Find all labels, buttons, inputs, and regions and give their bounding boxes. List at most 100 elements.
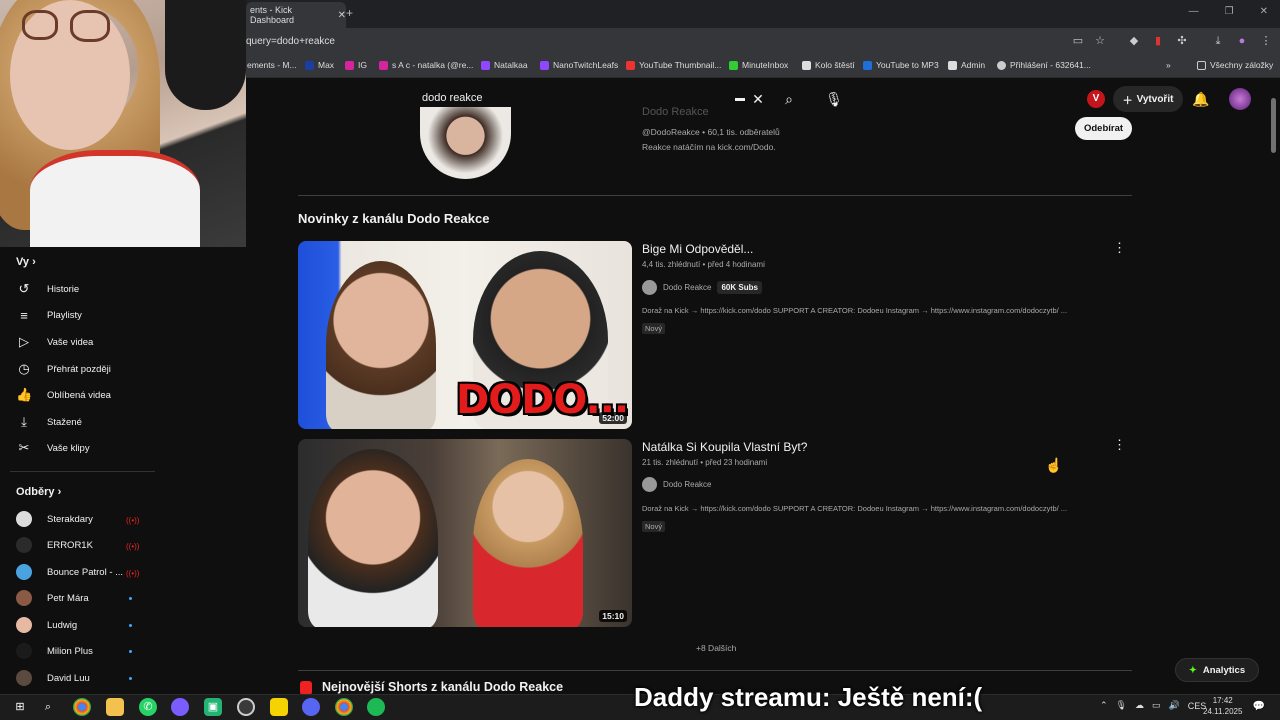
playlist-icon: ≡: [20, 307, 28, 323]
bookmark-item[interactable]: YouTube to MP3: [863, 60, 939, 70]
search-icon[interactable]: ⌕: [780, 90, 798, 108]
tab-title: ents - Kick Dashboard: [250, 5, 295, 25]
video-channel[interactable]: Dodo Reakce: [642, 477, 711, 492]
messenger-icon[interactable]: [171, 698, 189, 716]
video-title[interactable]: Bige Mi Odpověděl...: [642, 242, 753, 256]
bookmark-item[interactable]: Přihlášení - 632641...: [997, 60, 1091, 70]
sidebar-item-playlists[interactable]: ≡ Playlisty: [0, 302, 155, 328]
avatar: [16, 617, 32, 633]
bookmark-item[interactable]: Natalkaa: [481, 60, 528, 70]
obs-icon[interactable]: [237, 698, 255, 716]
create-button[interactable]: ＋ Vytvořit: [1113, 86, 1183, 112]
sidebar-sub-item[interactable]: Bounce Patrol - ... ((•)): [0, 559, 155, 585]
bookmark-item[interactable]: Všechny záložky: [1197, 60, 1273, 70]
notes-icon[interactable]: [270, 698, 288, 716]
scrollbar-thumb[interactable]: [1271, 98, 1276, 153]
bookmark-item[interactable]: MinuteInbox: [729, 60, 788, 70]
sidebar-you-heading[interactable]: Vy ›: [16, 256, 36, 268]
sidebar-sub-item[interactable]: David Luu: [0, 665, 155, 691]
download-icon[interactable]: ⤓: [1211, 34, 1225, 48]
sidebar-sub-item[interactable]: Petr Mára: [0, 585, 155, 611]
shorts-section-title[interactable]: Nejnovější Shorts z kanálu Dodo Reakce: [322, 680, 563, 694]
monitor-icon[interactable]: ▭: [1152, 700, 1161, 711]
spotify-icon[interactable]: [367, 698, 385, 716]
bookmark-star-icon[interactable]: ☆: [1093, 34, 1107, 48]
sidebar-sub-item[interactable]: Milion Plus: [0, 638, 155, 664]
sidebar-sub-item[interactable]: ERROR1K ((•)): [0, 532, 155, 558]
cloud-icon[interactable]: ☁: [1135, 700, 1144, 711]
clear-search-icon[interactable]: ✕: [749, 90, 767, 108]
new-content-dot: [129, 649, 132, 653]
clock[interactable]: 17:42 24.11.2025: [1203, 695, 1242, 717]
sidebar-item-history[interactable]: ↺ Historie: [0, 276, 155, 302]
channel-avatar[interactable]: [420, 107, 511, 179]
sidebar-sub-item[interactable]: Ludwig: [0, 612, 155, 638]
divider: [10, 471, 155, 472]
live-icon: ((•)): [126, 542, 140, 551]
live-icon: ((•)): [126, 516, 140, 525]
download-icon: ⤓: [21, 414, 27, 429]
video-thumbnail[interactable]: DODO... 52:00: [298, 241, 632, 429]
notifications-bell-icon[interactable]: 🔔: [1192, 90, 1210, 108]
discord-icon[interactable]: [302, 698, 320, 716]
sidebar-item-your-videos[interactable]: ▷ Vaše videa: [0, 329, 155, 355]
profile-icon[interactable]: ●: [1235, 34, 1249, 48]
new-tab-button[interactable]: +: [346, 6, 353, 20]
chrome-icon[interactable]: [335, 698, 353, 716]
whatsapp-icon[interactable]: ✆: [139, 698, 157, 716]
webcam-overlay: [0, 0, 246, 247]
video-thumbnail[interactable]: 15:10: [298, 439, 632, 627]
pdf-extension-icon[interactable]: ▮: [1151, 34, 1165, 48]
more-options-icon[interactable]: ⋮: [1113, 437, 1126, 453]
voice-search-icon[interactable]: 🎙: [825, 90, 843, 108]
sidebar-subs-heading[interactable]: Odběry ›: [16, 486, 61, 498]
more-options-icon[interactable]: ⋮: [1113, 240, 1126, 256]
volume-icon[interactable]: 🔊: [1169, 700, 1180, 711]
notifications-icon[interactable]: 💬: [1250, 698, 1268, 716]
maximize-icon[interactable]: ❐: [1225, 6, 1234, 17]
keyboard-icon[interactable]: ▬: [731, 90, 749, 108]
chrome-icon[interactable]: [73, 698, 91, 716]
section-title[interactable]: Novinky z kanálu Dodo Reakce: [298, 211, 489, 226]
start-icon[interactable]: ⊞: [11, 698, 29, 716]
video-channel[interactable]: Dodo Reakce 60K Subs: [642, 280, 762, 295]
bookmark-item[interactable]: YouTube Thumbnail...: [626, 60, 721, 70]
browser-menu-icon[interactable]: ⋮: [1259, 34, 1273, 48]
bookmarks-overflow-icon[interactable]: »: [1166, 60, 1171, 70]
install-app-icon[interactable]: ▭: [1071, 34, 1085, 48]
close-window-icon[interactable]: ✕: [1260, 6, 1268, 17]
sidebar-item-liked[interactable]: 👍 Oblíbená videa: [0, 382, 155, 408]
new-content-dot: [129, 623, 132, 627]
search-input[interactable]: dodo reakce: [422, 92, 483, 104]
bookmark-item[interactable]: s A c - natalka (@re...: [379, 60, 473, 70]
search-icon[interactable]: ⌕: [39, 698, 57, 716]
extensions-puzzle-icon[interactable]: ✣: [1175, 34, 1189, 48]
bookmark-item[interactable]: NanoTwitchLeafs: [540, 60, 618, 70]
minimize-icon[interactable]: —: [1189, 6, 1199, 17]
app-icon[interactable]: ▣: [204, 698, 222, 716]
liked-icon: 👍: [16, 387, 33, 402]
file-explorer-icon[interactable]: [106, 698, 124, 716]
video-title[interactable]: Natálka Si Koupila Vlastní Byt?: [642, 440, 807, 454]
bookmark-item[interactable]: Max: [305, 60, 334, 70]
analytics-button[interactable]: ✦ Analytics: [1175, 658, 1259, 682]
extension-v-icon[interactable]: V: [1087, 90, 1105, 108]
show-more-button[interactable]: +8 Dalších: [696, 643, 736, 653]
bookmark-item[interactable]: ements - M...: [247, 60, 297, 70]
subscribe-button[interactable]: Odebírat: [1075, 117, 1132, 140]
sidebar-item-downloads[interactable]: ⤓ Stažené: [0, 409, 155, 435]
extension-icon[interactable]: ◆: [1127, 34, 1141, 48]
bookmark-item[interactable]: IG: [345, 60, 367, 70]
chevron-up-icon[interactable]: ⌃: [1100, 700, 1108, 711]
tab-close-icon[interactable]: ✕: [338, 10, 346, 21]
sidebar-item-clips[interactable]: ✂ Vaše klipy: [0, 435, 155, 461]
account-avatar[interactable]: [1229, 88, 1251, 110]
bookmark-item[interactable]: Admin: [948, 60, 985, 70]
sidebar-item-watch-later[interactable]: ◷ Přehrát později: [0, 356, 155, 382]
sidebar-sub-item[interactable]: Sterakdary ((•)): [0, 506, 155, 532]
time: 17:42: [1212, 696, 1233, 705]
url-field[interactable]: query=dodo+reakce: [246, 33, 1146, 51]
browser-tab[interactable]: ents - Kick Dashboard ✕: [246, 2, 346, 28]
bookmark-item[interactable]: Kolo štěstí: [802, 60, 855, 70]
mic-icon[interactable]: 🎙: [1116, 700, 1127, 711]
